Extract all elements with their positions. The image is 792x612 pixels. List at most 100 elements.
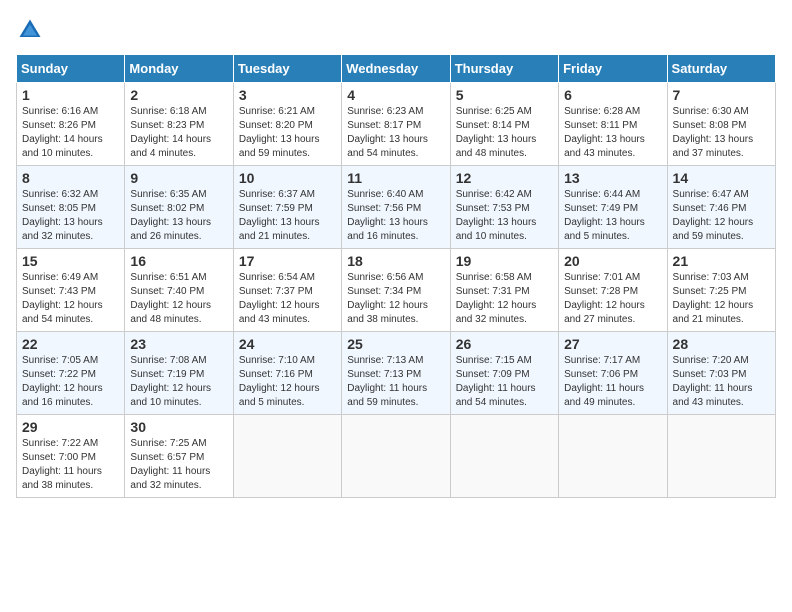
calendar-day-cell: 23 Sunrise: 7:08 AMSunset: 7:19 PMDaylig… bbox=[125, 332, 233, 415]
calendar-day-cell: 5 Sunrise: 6:25 AMSunset: 8:14 PMDayligh… bbox=[450, 83, 558, 166]
day-info: Sunrise: 6:51 AMSunset: 7:40 PMDaylight:… bbox=[130, 272, 211, 325]
day-number: 1 bbox=[22, 87, 119, 103]
weekday-header: Wednesday bbox=[342, 55, 450, 83]
day-info: Sunrise: 6:56 AMSunset: 7:34 PMDaylight:… bbox=[347, 272, 428, 325]
calendar-day-cell bbox=[667, 415, 775, 498]
day-number: 24 bbox=[239, 336, 336, 352]
day-number: 3 bbox=[239, 87, 336, 103]
day-number: 17 bbox=[239, 253, 336, 269]
calendar-day-cell: 15 Sunrise: 6:49 AMSunset: 7:43 PMDaylig… bbox=[17, 249, 125, 332]
day-number: 13 bbox=[564, 170, 661, 186]
weekday-header: Thursday bbox=[450, 55, 558, 83]
day-info: Sunrise: 6:49 AMSunset: 7:43 PMDaylight:… bbox=[22, 272, 103, 325]
calendar-day-cell: 26 Sunrise: 7:15 AMSunset: 7:09 PMDaylig… bbox=[450, 332, 558, 415]
day-number: 7 bbox=[673, 87, 770, 103]
day-info: Sunrise: 6:44 AMSunset: 7:49 PMDaylight:… bbox=[564, 189, 645, 242]
calendar-week-row: 1 Sunrise: 6:16 AMSunset: 8:26 PMDayligh… bbox=[17, 83, 776, 166]
day-info: Sunrise: 6:16 AMSunset: 8:26 PMDaylight:… bbox=[22, 106, 103, 159]
weekday-header: Tuesday bbox=[233, 55, 341, 83]
day-number: 11 bbox=[347, 170, 444, 186]
day-info: Sunrise: 6:40 AMSunset: 7:56 PMDaylight:… bbox=[347, 189, 428, 242]
day-info: Sunrise: 6:54 AMSunset: 7:37 PMDaylight:… bbox=[239, 272, 320, 325]
day-number: 16 bbox=[130, 253, 227, 269]
day-number: 8 bbox=[22, 170, 119, 186]
day-info: Sunrise: 6:18 AMSunset: 8:23 PMDaylight:… bbox=[130, 106, 211, 159]
day-info: Sunrise: 6:35 AMSunset: 8:02 PMDaylight:… bbox=[130, 189, 211, 242]
calendar-day-cell bbox=[450, 415, 558, 498]
day-info: Sunrise: 7:25 AMSunset: 6:57 PMDaylight:… bbox=[130, 438, 210, 491]
day-number: 10 bbox=[239, 170, 336, 186]
day-info: Sunrise: 6:28 AMSunset: 8:11 PMDaylight:… bbox=[564, 106, 645, 159]
day-info: Sunrise: 7:13 AMSunset: 7:13 PMDaylight:… bbox=[347, 355, 427, 408]
calendar-week-row: 22 Sunrise: 7:05 AMSunset: 7:22 PMDaylig… bbox=[17, 332, 776, 415]
day-number: 29 bbox=[22, 419, 119, 435]
day-number: 6 bbox=[564, 87, 661, 103]
day-info: Sunrise: 7:05 AMSunset: 7:22 PMDaylight:… bbox=[22, 355, 103, 408]
calendar-day-cell bbox=[233, 415, 341, 498]
calendar-day-cell: 20 Sunrise: 7:01 AMSunset: 7:28 PMDaylig… bbox=[559, 249, 667, 332]
weekday-header: Friday bbox=[559, 55, 667, 83]
calendar-day-cell: 29 Sunrise: 7:22 AMSunset: 7:00 PMDaylig… bbox=[17, 415, 125, 498]
calendar-day-cell: 11 Sunrise: 6:40 AMSunset: 7:56 PMDaylig… bbox=[342, 166, 450, 249]
calendar-day-cell: 6 Sunrise: 6:28 AMSunset: 8:11 PMDayligh… bbox=[559, 83, 667, 166]
day-number: 21 bbox=[673, 253, 770, 269]
day-info: Sunrise: 7:10 AMSunset: 7:16 PMDaylight:… bbox=[239, 355, 320, 408]
weekday-header: Saturday bbox=[667, 55, 775, 83]
calendar-day-cell: 24 Sunrise: 7:10 AMSunset: 7:16 PMDaylig… bbox=[233, 332, 341, 415]
day-info: Sunrise: 7:17 AMSunset: 7:06 PMDaylight:… bbox=[564, 355, 644, 408]
day-info: Sunrise: 6:23 AMSunset: 8:17 PMDaylight:… bbox=[347, 106, 428, 159]
day-number: 15 bbox=[22, 253, 119, 269]
calendar-day-cell: 30 Sunrise: 7:25 AMSunset: 6:57 PMDaylig… bbox=[125, 415, 233, 498]
day-info: Sunrise: 6:32 AMSunset: 8:05 PMDaylight:… bbox=[22, 189, 103, 242]
day-number: 4 bbox=[347, 87, 444, 103]
day-number: 14 bbox=[673, 170, 770, 186]
calendar-day-cell: 16 Sunrise: 6:51 AMSunset: 7:40 PMDaylig… bbox=[125, 249, 233, 332]
calendar-day-cell: 3 Sunrise: 6:21 AMSunset: 8:20 PMDayligh… bbox=[233, 83, 341, 166]
day-number: 2 bbox=[130, 87, 227, 103]
day-info: Sunrise: 6:42 AMSunset: 7:53 PMDaylight:… bbox=[456, 189, 537, 242]
calendar-table: SundayMondayTuesdayWednesdayThursdayFrid… bbox=[16, 54, 776, 498]
calendar-day-cell: 17 Sunrise: 6:54 AMSunset: 7:37 PMDaylig… bbox=[233, 249, 341, 332]
calendar-day-cell: 27 Sunrise: 7:17 AMSunset: 7:06 PMDaylig… bbox=[559, 332, 667, 415]
day-number: 27 bbox=[564, 336, 661, 352]
calendar-day-cell: 25 Sunrise: 7:13 AMSunset: 7:13 PMDaylig… bbox=[342, 332, 450, 415]
day-info: Sunrise: 7:22 AMSunset: 7:00 PMDaylight:… bbox=[22, 438, 102, 491]
calendar-day-cell: 21 Sunrise: 7:03 AMSunset: 7:25 PMDaylig… bbox=[667, 249, 775, 332]
day-info: Sunrise: 6:37 AMSunset: 7:59 PMDaylight:… bbox=[239, 189, 320, 242]
day-info: Sunrise: 6:30 AMSunset: 8:08 PMDaylight:… bbox=[673, 106, 754, 159]
calendar-day-cell: 14 Sunrise: 6:47 AMSunset: 7:46 PMDaylig… bbox=[667, 166, 775, 249]
logo-icon bbox=[16, 16, 44, 44]
day-number: 5 bbox=[456, 87, 553, 103]
calendar-day-cell: 9 Sunrise: 6:35 AMSunset: 8:02 PMDayligh… bbox=[125, 166, 233, 249]
calendar-day-cell bbox=[342, 415, 450, 498]
day-number: 26 bbox=[456, 336, 553, 352]
calendar-week-row: 29 Sunrise: 7:22 AMSunset: 7:00 PMDaylig… bbox=[17, 415, 776, 498]
day-number: 25 bbox=[347, 336, 444, 352]
calendar-day-cell: 2 Sunrise: 6:18 AMSunset: 8:23 PMDayligh… bbox=[125, 83, 233, 166]
day-info: Sunrise: 7:08 AMSunset: 7:19 PMDaylight:… bbox=[130, 355, 211, 408]
day-info: Sunrise: 7:01 AMSunset: 7:28 PMDaylight:… bbox=[564, 272, 645, 325]
logo bbox=[16, 16, 48, 44]
day-number: 12 bbox=[456, 170, 553, 186]
calendar-day-cell: 1 Sunrise: 6:16 AMSunset: 8:26 PMDayligh… bbox=[17, 83, 125, 166]
day-number: 22 bbox=[22, 336, 119, 352]
calendar-day-cell: 10 Sunrise: 6:37 AMSunset: 7:59 PMDaylig… bbox=[233, 166, 341, 249]
calendar-day-cell: 22 Sunrise: 7:05 AMSunset: 7:22 PMDaylig… bbox=[17, 332, 125, 415]
day-info: Sunrise: 7:03 AMSunset: 7:25 PMDaylight:… bbox=[673, 272, 754, 325]
day-number: 9 bbox=[130, 170, 227, 186]
day-info: Sunrise: 6:58 AMSunset: 7:31 PMDaylight:… bbox=[456, 272, 537, 325]
day-number: 19 bbox=[456, 253, 553, 269]
calendar-day-cell bbox=[559, 415, 667, 498]
calendar-day-cell: 18 Sunrise: 6:56 AMSunset: 7:34 PMDaylig… bbox=[342, 249, 450, 332]
day-info: Sunrise: 6:25 AMSunset: 8:14 PMDaylight:… bbox=[456, 106, 537, 159]
calendar-day-cell: 12 Sunrise: 6:42 AMSunset: 7:53 PMDaylig… bbox=[450, 166, 558, 249]
weekday-header: Monday bbox=[125, 55, 233, 83]
day-info: Sunrise: 7:20 AMSunset: 7:03 PMDaylight:… bbox=[673, 355, 753, 408]
day-number: 18 bbox=[347, 253, 444, 269]
day-number: 20 bbox=[564, 253, 661, 269]
day-number: 28 bbox=[673, 336, 770, 352]
page-header bbox=[16, 16, 776, 44]
day-info: Sunrise: 6:21 AMSunset: 8:20 PMDaylight:… bbox=[239, 106, 320, 159]
calendar-day-cell: 28 Sunrise: 7:20 AMSunset: 7:03 PMDaylig… bbox=[667, 332, 775, 415]
calendar-header-row: SundayMondayTuesdayWednesdayThursdayFrid… bbox=[17, 55, 776, 83]
